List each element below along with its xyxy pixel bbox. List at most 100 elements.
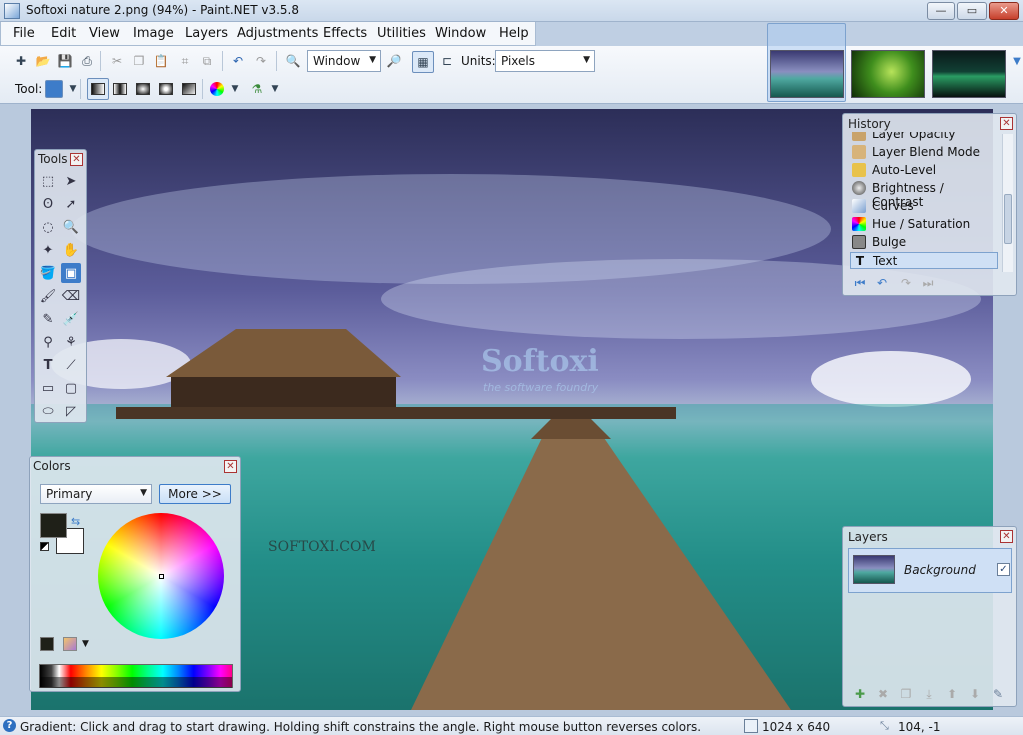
save-icon[interactable]: 💾	[56, 52, 74, 70]
palette-menu-icon[interactable]	[63, 637, 77, 651]
close-button[interactable]: ✕	[989, 2, 1019, 20]
menu-utilities[interactable]: Utilities	[377, 26, 426, 41]
color-wheel-cursor[interactable]	[159, 574, 164, 579]
history-item[interactable]: Brightness / Contrast	[850, 180, 998, 209]
history-close-icon[interactable]: ✕	[1000, 117, 1013, 130]
minimize-button[interactable]: —	[927, 2, 955, 20]
layers-close-icon[interactable]: ✕	[1000, 530, 1013, 543]
zoom-out-icon[interactable]: 🔍	[284, 52, 302, 70]
antialias-flask-icon[interactable]: ⚗	[248, 80, 266, 98]
rewind-history-icon[interactable]: ⏮	[851, 274, 869, 292]
history-item[interactable]: Curves	[850, 198, 998, 215]
crop-icon[interactable]: ⌗	[176, 52, 194, 70]
more-colors-button[interactable]: More >>	[159, 484, 231, 504]
menu-file[interactable]: File	[13, 26, 35, 41]
chevron-down-icon[interactable]: ▼	[266, 80, 284, 98]
linear-gradient-icon[interactable]	[87, 78, 109, 100]
duplicate-layer-icon[interactable]: ❐	[897, 685, 915, 703]
rectangle-shape-icon[interactable]: ▭	[38, 378, 58, 398]
layer-visibility-checkbox[interactable]: ✓	[997, 563, 1010, 576]
rectangle-select-icon[interactable]: ⬚	[38, 171, 58, 191]
pan-hand-icon[interactable]: ✋	[61, 240, 81, 260]
redo-history-icon[interactable]: ↷	[897, 274, 915, 292]
history-item[interactable]: Hue / Saturation	[850, 216, 998, 233]
menu-edit[interactable]: Edit	[51, 26, 76, 41]
color-palette-dark-row[interactable]	[40, 677, 232, 688]
add-layer-icon[interactable]: ✚	[851, 685, 869, 703]
freeform-shape-icon[interactable]: ◸	[61, 401, 81, 421]
eraser-icon[interactable]: ⌫	[61, 286, 81, 306]
history-item-selected[interactable]: T Text	[850, 252, 998, 269]
reset-colors-icon[interactable]	[40, 542, 49, 551]
history-scroll-thumb[interactable]	[1004, 194, 1012, 244]
colors-close-icon[interactable]: ✕	[224, 460, 237, 473]
layer-row-background[interactable]: Background ✓	[848, 548, 1012, 593]
radial-gradient-icon[interactable]	[157, 80, 175, 98]
reflected-gradient-icon[interactable]	[111, 80, 129, 98]
color-mode-icon[interactable]	[208, 80, 226, 98]
zoom-dropdown[interactable]: Window ▼	[307, 50, 381, 72]
chevron-down-icon[interactable]: ▼	[82, 639, 89, 649]
menu-window[interactable]: Window	[435, 26, 486, 41]
zoom-in-icon[interactable]: 🔎	[385, 52, 403, 70]
swap-colors-icon[interactable]: ⇆	[71, 515, 80, 528]
history-item[interactable]: Auto-Level	[850, 162, 998, 179]
diamond-gradient-icon[interactable]	[134, 80, 152, 98]
history-item[interactable]: Layer Blend Mode	[850, 144, 998, 161]
image-list-scroll-icon[interactable]: ▼	[1008, 52, 1023, 70]
history-item[interactable]: Layer Opacity	[850, 132, 998, 143]
redo-icon[interactable]: ↷	[252, 52, 270, 70]
conical-gradient-icon[interactable]	[180, 80, 198, 98]
image-thumbnail-softoxi-nature-2[interactable]	[770, 50, 844, 98]
cut-icon[interactable]: ✂	[108, 52, 126, 70]
open-file-icon[interactable]: 📂	[34, 52, 52, 70]
ellipse-shape-icon[interactable]: ⬭	[38, 401, 58, 421]
new-file-icon[interactable]: ✚	[12, 52, 30, 70]
line-curve-icon[interactable]: ⟋	[61, 355, 81, 375]
chevron-down-icon[interactable]: ▼	[226, 80, 244, 98]
move-selected-pixels-icon[interactable]: ➤	[61, 171, 81, 191]
fast-forward-history-icon[interactable]: ⏭	[919, 274, 937, 292]
paste-icon[interactable]: 📋	[152, 52, 170, 70]
history-scrollbar[interactable]	[1002, 134, 1013, 272]
image-thumbnail-leaf[interactable]	[851, 50, 925, 98]
paint-bucket-icon[interactable]: 🪣	[38, 263, 58, 283]
move-layer-down-icon[interactable]: ⬇	[966, 685, 984, 703]
deselect-icon[interactable]: ⧉	[198, 52, 216, 70]
undo-history-icon[interactable]: ↶	[873, 274, 891, 292]
recolor-icon[interactable]: ⚘	[61, 332, 81, 352]
grid-toggle-icon[interactable]: ▦	[412, 51, 434, 73]
menu-effects[interactable]: Effects	[323, 26, 367, 41]
primary-color-swatch[interactable]	[40, 513, 67, 538]
gradient-tool-icon[interactable]: ▣	[61, 263, 81, 283]
image-thumbnail-aurora[interactable]	[932, 50, 1006, 98]
history-item[interactable]: Bulge	[850, 234, 998, 251]
zoom-tool-icon[interactable]: 🔍	[61, 217, 81, 237]
maximize-button[interactable]: ▭	[957, 2, 987, 20]
print-icon[interactable]: ⎙	[78, 52, 96, 70]
color-wheel[interactable]	[98, 513, 224, 639]
delete-layer-icon[interactable]: ✖	[874, 685, 892, 703]
menu-image[interactable]: Image	[133, 26, 174, 41]
copy-icon[interactable]: ❐	[130, 52, 148, 70]
color-picker-icon[interactable]: 💉	[61, 309, 81, 329]
move-layer-up-icon[interactable]: ⬆	[943, 685, 961, 703]
current-tool-gradient-icon[interactable]	[45, 80, 63, 98]
add-to-palette-icon[interactable]	[40, 637, 54, 651]
lasso-select-icon[interactable]: ʘ	[38, 194, 58, 214]
layer-properties-icon[interactable]: ✎	[989, 685, 1007, 703]
units-dropdown[interactable]: Pixels ▼	[495, 50, 595, 72]
undo-icon[interactable]: ↶	[229, 52, 247, 70]
pencil-icon[interactable]: ✎	[38, 309, 58, 329]
move-selection-icon[interactable]: ➚	[61, 194, 81, 214]
rounded-rectangle-icon[interactable]: ▢	[61, 378, 81, 398]
color-palette[interactable]	[39, 664, 233, 688]
menu-view[interactable]: View	[89, 26, 120, 41]
rulers-toggle-icon[interactable]: ⊏	[438, 52, 456, 70]
menu-layers[interactable]: Layers	[185, 26, 228, 41]
menu-adjustments[interactable]: Adjustments	[237, 26, 318, 41]
text-tool-icon[interactable]: T	[38, 355, 58, 375]
merge-layer-down-icon[interactable]: ⤓	[920, 685, 938, 703]
tools-close-icon[interactable]: ✕	[70, 153, 83, 166]
paintbrush-icon[interactable]: 🖌	[38, 286, 58, 306]
